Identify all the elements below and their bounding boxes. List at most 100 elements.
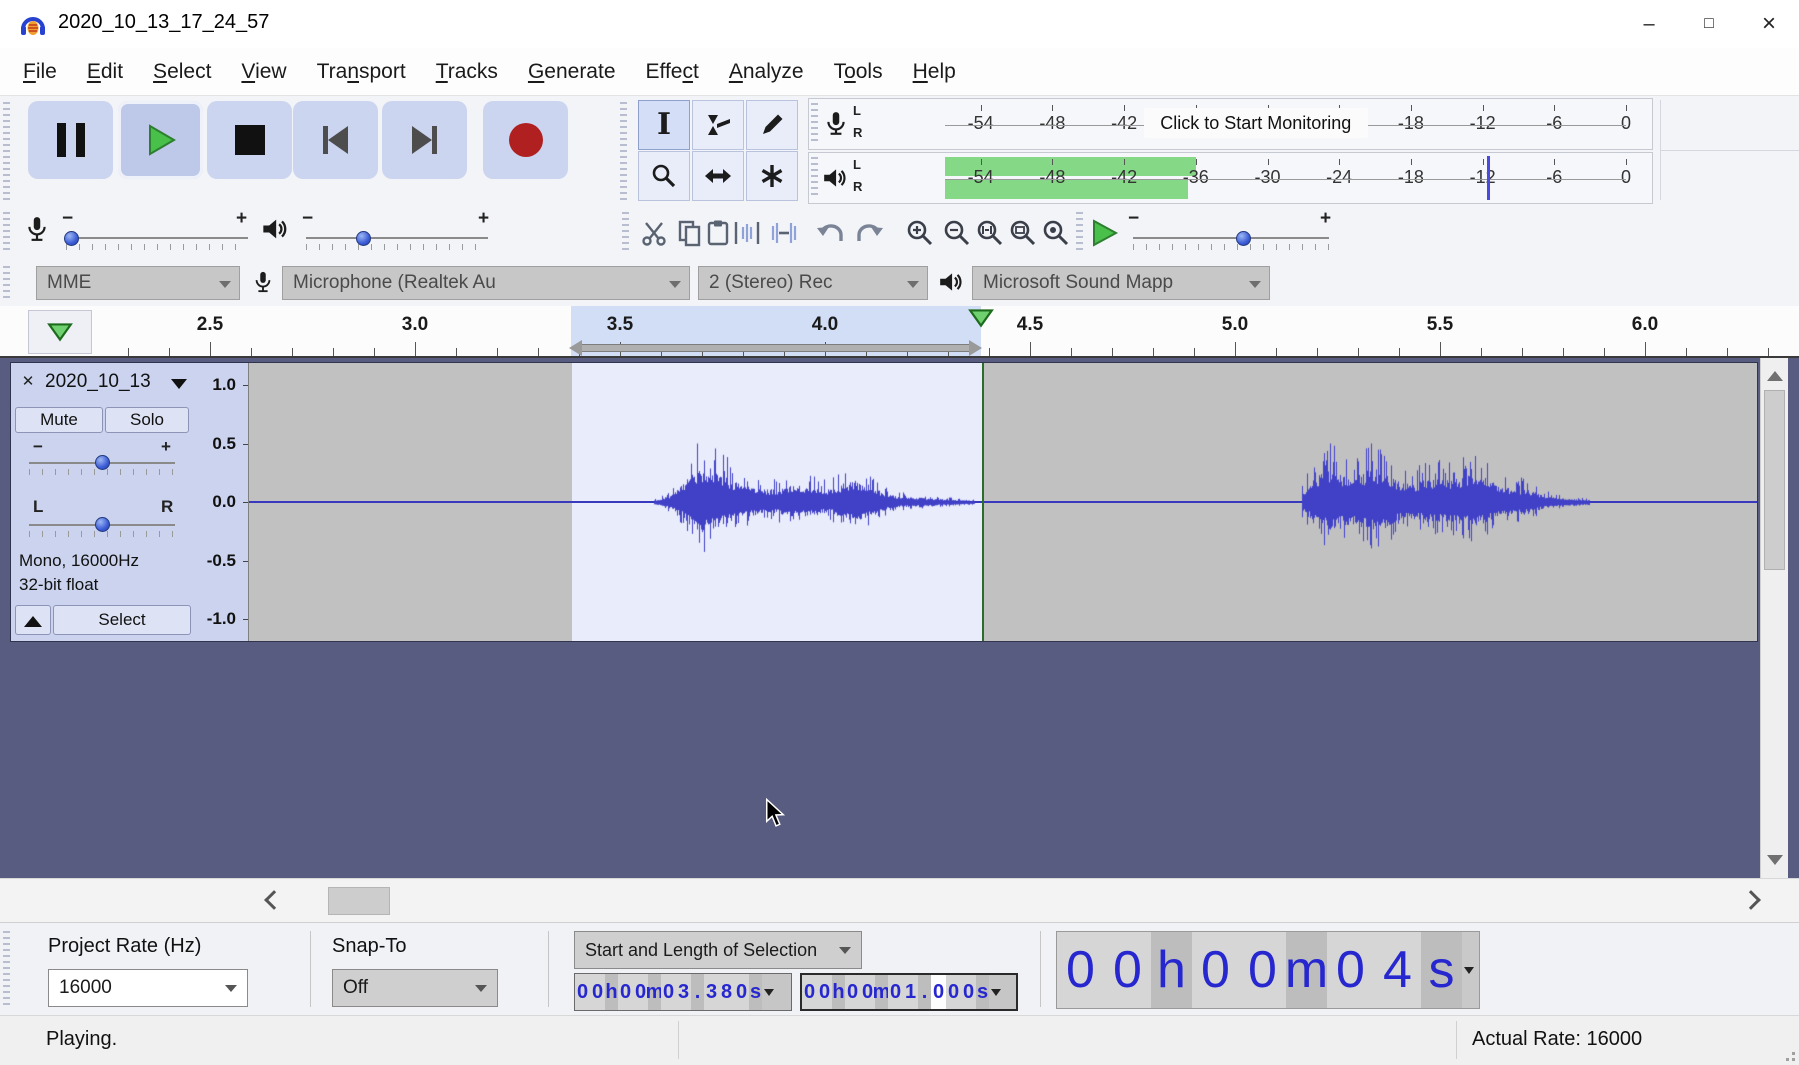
redo-button[interactable]: [852, 214, 884, 252]
time-digit[interactable]: 0: [888, 975, 903, 1009]
undo-button[interactable]: [816, 214, 848, 252]
tools-grip[interactable]: [620, 102, 627, 200]
time-digit[interactable]: 0: [590, 974, 605, 1010]
mute-button[interactable]: Mute: [15, 407, 103, 433]
mixer-grip[interactable]: [3, 212, 10, 254]
menu-item-view[interactable]: View: [226, 49, 301, 95]
monitor-overlay[interactable]: Click to Start Monitoring: [1144, 108, 1368, 138]
time-digit[interactable]: 0: [618, 974, 633, 1010]
audio-host-dropdown[interactable]: MME: [36, 266, 240, 300]
envelope-tool-button[interactable]: [692, 100, 744, 150]
time-digit[interactable]: 0: [1239, 932, 1286, 1008]
fit-project-button[interactable]: [1007, 214, 1039, 252]
record-volume-thumb[interactable]: [64, 231, 79, 246]
time-digit[interactable]: 3: [704, 974, 719, 1010]
time-digit[interactable]: s: [749, 974, 762, 1010]
trim-audio-button[interactable]: [731, 214, 763, 252]
time-digit[interactable]: 0: [802, 975, 817, 1009]
track-title[interactable]: 2020_10_13: [45, 371, 171, 393]
playhead-triangle[interactable]: [968, 308, 994, 328]
selection-mode-dropdown[interactable]: Start and Length of Selection: [574, 931, 862, 969]
vertical-ruler[interactable]: 1.00.50.0-0.5-1.0: [193, 363, 249, 641]
scroll-left-button[interactable]: [255, 884, 289, 916]
skip-to-end-button[interactable]: [382, 101, 467, 179]
time-field-arrow-icon[interactable]: [762, 974, 776, 1010]
menu-item-tracks[interactable]: Tracks: [421, 49, 513, 95]
audio-position-display[interactable]: 00h00m04s: [1056, 931, 1480, 1009]
zoom-in-button[interactable]: [904, 214, 936, 252]
time-digit[interactable]: s: [976, 975, 989, 1009]
time-shift-tool-button[interactable]: [692, 151, 744, 201]
time-digit[interactable]: 0: [661, 974, 676, 1010]
recording-channels-dropdown[interactable]: 2 (Stereo) Rec: [698, 266, 928, 300]
gain-thumb[interactable]: [95, 455, 110, 470]
track-select-button[interactable]: Select: [53, 605, 191, 635]
time-digit[interactable]: 0: [1104, 932, 1151, 1008]
menu-item-effect[interactable]: Effect: [631, 49, 714, 95]
horizontal-scrollbar[interactable]: [0, 878, 1799, 922]
playback-meter[interactable]: L R -54-48-42-36-30-24-18-12-60: [808, 152, 1653, 204]
multi-tool-button[interactable]: [746, 151, 798, 201]
pan-thumb[interactable]: [95, 517, 110, 532]
time-field-arrow-icon[interactable]: [989, 975, 1003, 1009]
minimize-button[interactable]: –: [1619, 0, 1679, 48]
resize-grip[interactable]: [1779, 1045, 1795, 1061]
time-digit[interactable]: 0: [931, 975, 946, 1009]
playback-volume-slider[interactable]: [306, 232, 488, 246]
time-digit[interactable]: 1: [903, 975, 918, 1009]
snap-to-dropdown[interactable]: Off: [332, 969, 498, 1007]
selection-drag-bar[interactable]: [581, 344, 971, 352]
record-button[interactable]: [483, 101, 568, 179]
timeline-ruler[interactable]: 2.53.03.54.04.55.05.56.0: [0, 306, 1799, 358]
zoom-toggle-button[interactable]: [1040, 214, 1072, 252]
menu-item-help[interactable]: Help: [898, 49, 971, 95]
play-speed-thumb[interactable]: [1236, 231, 1251, 246]
time-digit[interactable]: s: [1421, 932, 1462, 1008]
time-digit[interactable]: m: [875, 975, 888, 1009]
device-grip[interactable]: [3, 266, 10, 300]
vertical-scroll-thumb[interactable]: [1764, 390, 1785, 570]
selection-length-field[interactable]: 00h00m01.000s: [800, 973, 1018, 1011]
time-digit[interactable]: 0: [961, 975, 976, 1009]
close-button[interactable]: ×: [1739, 0, 1799, 48]
edit-toolbar-grip[interactable]: [622, 212, 629, 254]
play-at-speed-button[interactable]: [1088, 214, 1120, 252]
play-at-speed-grip[interactable]: [1076, 212, 1083, 254]
recording-meter[interactable]: L R -54-48-42-36-30-24-18-12-60 Click to…: [808, 98, 1653, 150]
pause-button[interactable]: [28, 101, 113, 179]
playback-device-dropdown[interactable]: Microsoft Sound Mapp: [972, 266, 1270, 300]
waveform-display[interactable]: [249, 363, 1757, 641]
time-digit[interactable]: h: [605, 974, 618, 1010]
menu-item-file[interactable]: File: [8, 49, 72, 95]
menu-item-generate[interactable]: Generate: [513, 49, 631, 95]
time-digit[interactable]: 0: [845, 975, 860, 1009]
transport-grip[interactable]: [3, 102, 10, 200]
silence-audio-button[interactable]: [768, 214, 800, 252]
paste-button[interactable]: [702, 214, 734, 252]
horizontal-scroll-thumb[interactable]: [328, 887, 390, 915]
record-volume-slider[interactable]: [66, 232, 248, 246]
time-digit[interactable]: m: [648, 974, 661, 1010]
selection-tool-button[interactable]: I: [638, 100, 690, 150]
project-rate-dropdown[interactable]: 16000: [48, 969, 248, 1007]
menu-item-transport[interactable]: Transport: [302, 49, 421, 95]
cut-button[interactable]: [638, 214, 670, 252]
time-digit[interactable]: 0: [1057, 932, 1104, 1008]
menu-item-analyze[interactable]: Analyze: [714, 49, 819, 95]
selbar-grip[interactable]: [3, 931, 10, 1007]
time-digit[interactable]: 0: [734, 974, 749, 1010]
scroll-up-button[interactable]: [1758, 360, 1792, 392]
scroll-down-button[interactable]: [1758, 844, 1792, 876]
recording-device-dropdown[interactable]: Microphone (Realtek Au: [282, 266, 690, 300]
play-speed-slider[interactable]: [1133, 232, 1329, 246]
time-digit[interactable]: 0: [1192, 932, 1239, 1008]
track-area[interactable]: ✕ 2020_10_13 Mute Solo − + L R Mono, 160…: [0, 358, 1799, 878]
time-field-arrow-icon[interactable]: [1462, 932, 1476, 1008]
maximize-button[interactable]: □: [1679, 0, 1739, 48]
playback-volume-thumb[interactable]: [356, 231, 371, 246]
time-digit[interactable]: 0: [575, 974, 590, 1010]
play-button[interactable]: [118, 101, 203, 179]
zoom-out-button[interactable]: [941, 214, 973, 252]
draw-tool-button[interactable]: [746, 100, 798, 150]
selection-left-arrow[interactable]: [569, 340, 582, 356]
